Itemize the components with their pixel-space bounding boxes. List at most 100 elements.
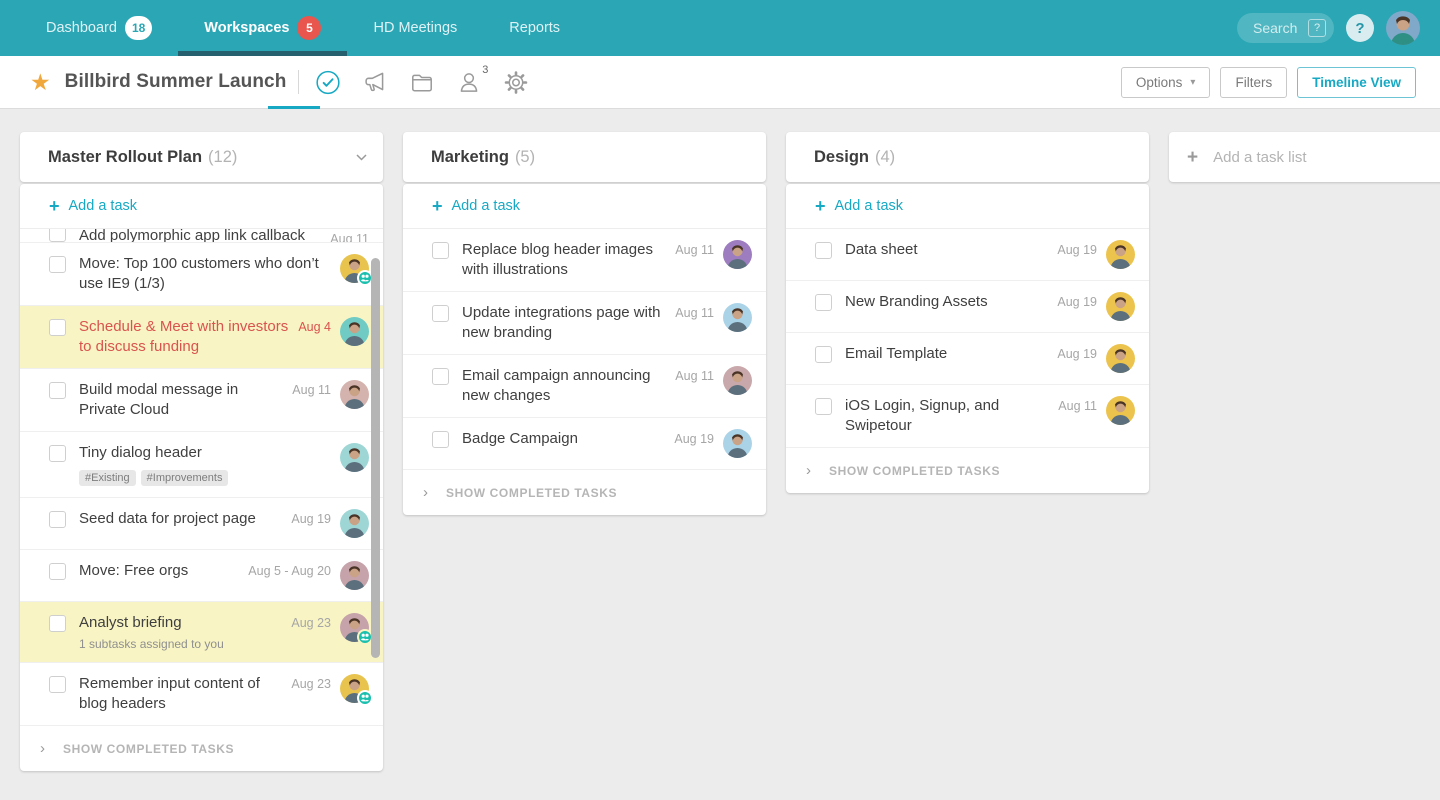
- task-meta: Aug 11: [675, 303, 752, 332]
- folder-icon[interactable]: [409, 67, 435, 97]
- task-row[interactable]: Tiny dialog header#Existing#Improvements: [20, 432, 383, 498]
- task-row[interactable]: Replace blog header images with illustra…: [403, 229, 766, 292]
- task-main: Update integrations page with new brandi…: [449, 303, 675, 343]
- nav-item-dashboard[interactable]: Dashboard18: [20, 0, 178, 56]
- options-button[interactable]: Options ▾: [1121, 67, 1211, 98]
- project-toolbar: ★ Billbird Summer Launch 3: [0, 56, 1440, 109]
- task-list-body: +Add a taskReplace blog header images wi…: [403, 184, 766, 515]
- task-row[interactable]: Analyst briefing1 subtasks assigned to y…: [20, 602, 383, 663]
- task-list-column: Master Rollout Plan (12) +Add a taskAdd po…: [20, 132, 383, 771]
- gear-icon[interactable]: [503, 67, 529, 97]
- task-checkbox[interactable]: [815, 346, 832, 363]
- project-title[interactable]: Billbird Summer Launch: [65, 71, 287, 93]
- task-list-header[interactable]: Marketing(5): [403, 132, 766, 182]
- task-tags: #Existing#Improvements: [79, 470, 332, 486]
- show-completed-tasks-button[interactable]: ›SHOW COMPLETED TASKS: [403, 470, 766, 515]
- task-row[interactable]: Build modal message in Private CloudAug …: [20, 369, 383, 432]
- assignee-avatar: [340, 509, 369, 538]
- task-list-body: +Add a taskAdd polymorphic app link call…: [20, 184, 383, 771]
- task-row[interactable]: Update integrations page with new brandi…: [403, 292, 766, 355]
- show-completed-tasks-button[interactable]: ›SHOW COMPLETED TASKS: [786, 448, 1149, 493]
- task-row[interactable]: Move: Top 100 customers who don’t use IE…: [20, 243, 383, 306]
- task-meta: Aug 11: [675, 240, 752, 269]
- assignee-avatar: [340, 254, 369, 283]
- task-row[interactable]: New Branding AssetsAug 19: [786, 281, 1149, 333]
- nav-item-hd-meetings[interactable]: HD Meetings: [347, 0, 483, 56]
- nav-item-workspaces[interactable]: Workspaces5: [178, 0, 347, 56]
- favorite-star-icon[interactable]: ★: [30, 71, 51, 94]
- nav-item-badge: 5: [297, 16, 321, 40]
- title-divider: [298, 70, 299, 94]
- task-checkbox[interactable]: [49, 563, 66, 580]
- task-meta: Aug 5 - Aug 20: [248, 561, 369, 590]
- assignee-avatar: [723, 429, 752, 458]
- task-main: Data sheet: [832, 240, 1057, 260]
- task-checkbox[interactable]: [432, 368, 449, 385]
- task-checkbox[interactable]: [49, 676, 66, 693]
- task-list-count: (12): [208, 148, 237, 167]
- task-row[interactable]: Schedule & Meet with investors to discus…: [20, 306, 383, 369]
- add-task-button[interactable]: +Add a task: [786, 184, 1149, 229]
- task-row[interactable]: Add polymorphic app link callbackAug 11: [20, 229, 383, 243]
- megaphone-icon[interactable]: [362, 67, 388, 97]
- task-list-title: Master Rollout Plan: [48, 148, 202, 167]
- add-task-button[interactable]: +Add a task: [403, 184, 766, 229]
- task-list-header[interactable]: Design(4): [786, 132, 1149, 182]
- task-checkbox[interactable]: [432, 305, 449, 322]
- task-due-date: Aug 5 - Aug 20: [248, 564, 331, 578]
- assignee-avatar: [340, 561, 369, 590]
- task-checkbox[interactable]: [432, 431, 449, 448]
- task-checkbox[interactable]: [815, 398, 832, 415]
- task-row[interactable]: iOS Login, Signup, and SwipetourAug 11: [786, 385, 1149, 448]
- task-title: New Branding Assets: [845, 292, 1049, 312]
- task-title: Schedule & Meet with investors to discus…: [79, 317, 290, 357]
- add-task-list-label: Add a task list: [1213, 149, 1306, 166]
- members-icon[interactable]: 3: [456, 67, 482, 97]
- chevron-right-icon: ›: [40, 741, 45, 756]
- task-checkbox[interactable]: [49, 256, 66, 273]
- task-checkbox[interactable]: [815, 294, 832, 311]
- help-button[interactable]: ?: [1346, 14, 1374, 42]
- task-list-count: (5): [515, 148, 535, 167]
- task-main: Badge Campaign: [449, 429, 674, 449]
- task-row[interactable]: Email campaign announcing new changesAug…: [403, 355, 766, 418]
- task-checkbox[interactable]: [49, 229, 66, 242]
- add-task-list-button[interactable]: + Add a task list: [1169, 132, 1440, 182]
- list-scrollbar[interactable]: [371, 258, 380, 658]
- task-board: Master Rollout Plan(12)+Add a taskAdd po…: [0, 109, 1440, 800]
- task-row[interactable]: Data sheetAug 19: [786, 229, 1149, 281]
- plus-icon: +: [1187, 148, 1198, 167]
- task-row[interactable]: Badge CampaignAug 19: [403, 418, 766, 470]
- task-meta: [340, 254, 369, 283]
- nav-item-reports[interactable]: Reports: [483, 0, 586, 56]
- task-row[interactable]: Remember input content of blog headersAu…: [20, 663, 383, 726]
- add-task-button[interactable]: +Add a task: [20, 184, 383, 229]
- task-row[interactable]: Seed data for project pageAug 19: [20, 498, 383, 550]
- nav-item-badge: 18: [125, 16, 152, 40]
- add-task-label: Add a task: [69, 198, 138, 214]
- task-main: New Branding Assets: [832, 292, 1057, 312]
- task-list-header[interactable]: Master Rollout Plan (12): [20, 132, 383, 182]
- task-due-date: Aug 11: [675, 369, 714, 383]
- chevron-right-icon: ›: [423, 485, 428, 500]
- chevron-down-icon[interactable]: [356, 148, 367, 166]
- task-checkbox[interactable]: [49, 382, 66, 399]
- show-completed-tasks-button[interactable]: ›SHOW COMPLETED TASKS: [20, 726, 383, 771]
- task-checkbox[interactable]: [432, 242, 449, 259]
- task-checkbox[interactable]: [49, 615, 66, 632]
- task-checkbox[interactable]: [49, 511, 66, 528]
- search-input[interactable]: [1253, 20, 1308, 36]
- task-row[interactable]: Move: Free orgsAug 5 - Aug 20: [20, 550, 383, 602]
- search-shortcut-icon: ?: [1308, 19, 1326, 37]
- task-checkbox[interactable]: [49, 319, 66, 336]
- assignee-avatar: [1106, 396, 1135, 425]
- search-box[interactable]: ?: [1237, 13, 1334, 43]
- task-checkbox[interactable]: [49, 445, 66, 462]
- tasks-check-icon[interactable]: [315, 67, 341, 97]
- profile-avatar[interactable]: [1386, 11, 1420, 45]
- filters-button[interactable]: Filters: [1220, 67, 1287, 98]
- timeline-view-button[interactable]: Timeline View: [1297, 67, 1416, 98]
- task-row[interactable]: Email TemplateAug 19: [786, 333, 1149, 385]
- task-checkbox[interactable]: [815, 242, 832, 259]
- add-task-label: Add a task: [452, 198, 521, 214]
